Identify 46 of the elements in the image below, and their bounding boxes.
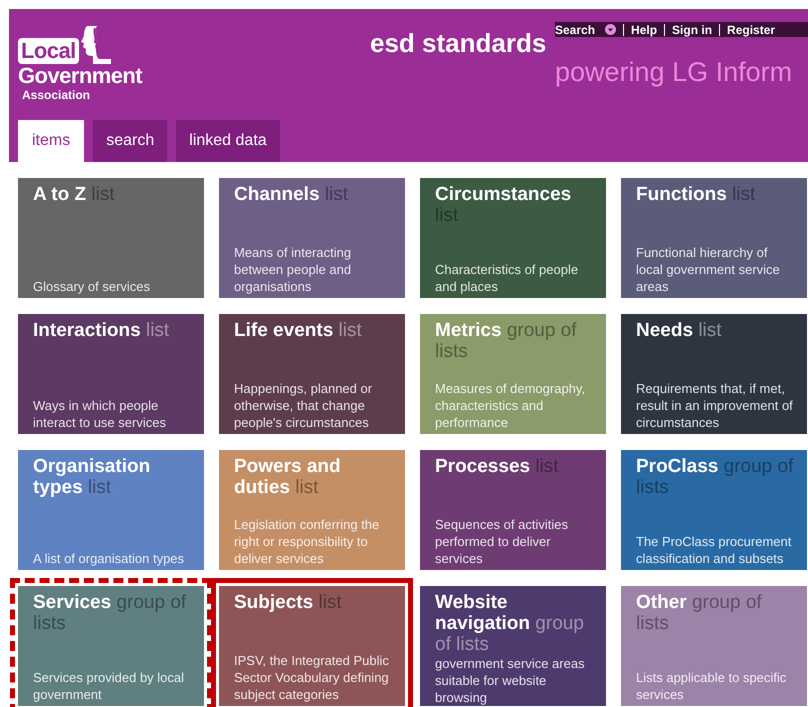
card-description: The ProClass procurement classification and subsets [636,533,792,567]
card-title: Subjects list [234,591,343,613]
card-description: Ways in which people interact to use services [33,397,167,431]
category-card[interactable]: Website navigation group of lists government service areas suitable for website browsing [420,586,606,706]
card-description: Services provided by local government [33,669,186,703]
card-title: Life events list [234,319,363,341]
card-title: Interactions list [33,319,170,341]
logo-word: Local [18,38,79,64]
card-description: A list of organisation types [33,550,186,567]
category-card[interactable]: Subjects list IPSV, the Integrated Public Sector Vocabulary defining subject categories [219,586,405,706]
site-title: esd standards [370,27,546,59]
nav-link[interactable]: Sign in [672,20,712,38]
card-title: Powers and duties list [234,455,342,498]
card-description: Sequences of activities performed to deliver services [435,516,569,567]
tab[interactable]: search [93,120,168,162]
category-card[interactable]: Interactions list Ways in which people interact to use services [18,314,204,434]
card-description: Happenings, planned or otherwise, that change people's circumstances [234,380,374,431]
tab[interactable]: items [18,120,84,162]
card-title: ProClass group of lists [636,455,794,498]
category-card[interactable]: Needs list Requirements that, if met, result in an improvement of circumstances [621,314,807,434]
card-description: Requirements that, if met, result in an improvement of circumstances [636,380,794,431]
card-description: Measures of demography, characteristics and performance [435,380,586,431]
logo-text: Government [18,64,142,88]
card-description: Glossary of services [33,278,152,295]
card-title: Metrics group of lists [435,319,578,362]
card-description: Legislation conferring the right or responsibility to deliver services [234,516,380,567]
card-title: Organisation types list [33,455,152,498]
category-card[interactable]: Life events list Happenings, planned or otherwise, that change people's circumstances [219,314,405,434]
card-title: Needs list [636,319,723,341]
nav-link[interactable]: Help [631,20,658,38]
nav-link[interactable]: Register [727,20,776,38]
card-description: Lists applicable to specific services [636,669,788,703]
nav-link[interactable]: Search [555,20,616,38]
card-title: Other group of lists [636,591,763,634]
card-description: IPSV, the Integrated Public Sector Vocabulary defining subject categories [234,652,390,703]
card-description: government service areas suitable for website browsing [435,655,586,706]
category-card[interactable]: ProClass group of lists The ProClass procurement classification and subsets [621,450,807,570]
card-description: Functional hierarchy of local government service areas [636,244,781,295]
category-card[interactable]: Organisation types list A list of organisation types [18,450,204,570]
tagline: powering LG Inform [555,56,792,89]
card-description: Characteristics of people and places [435,261,580,295]
logo-subtext: Association [22,88,92,102]
tab[interactable]: linked data [176,120,280,162]
card-title: Website navigation group of lists [435,591,585,655]
profile-logo-icon [80,26,111,64]
card-description: Means of interacting between people and organisations [234,244,352,295]
